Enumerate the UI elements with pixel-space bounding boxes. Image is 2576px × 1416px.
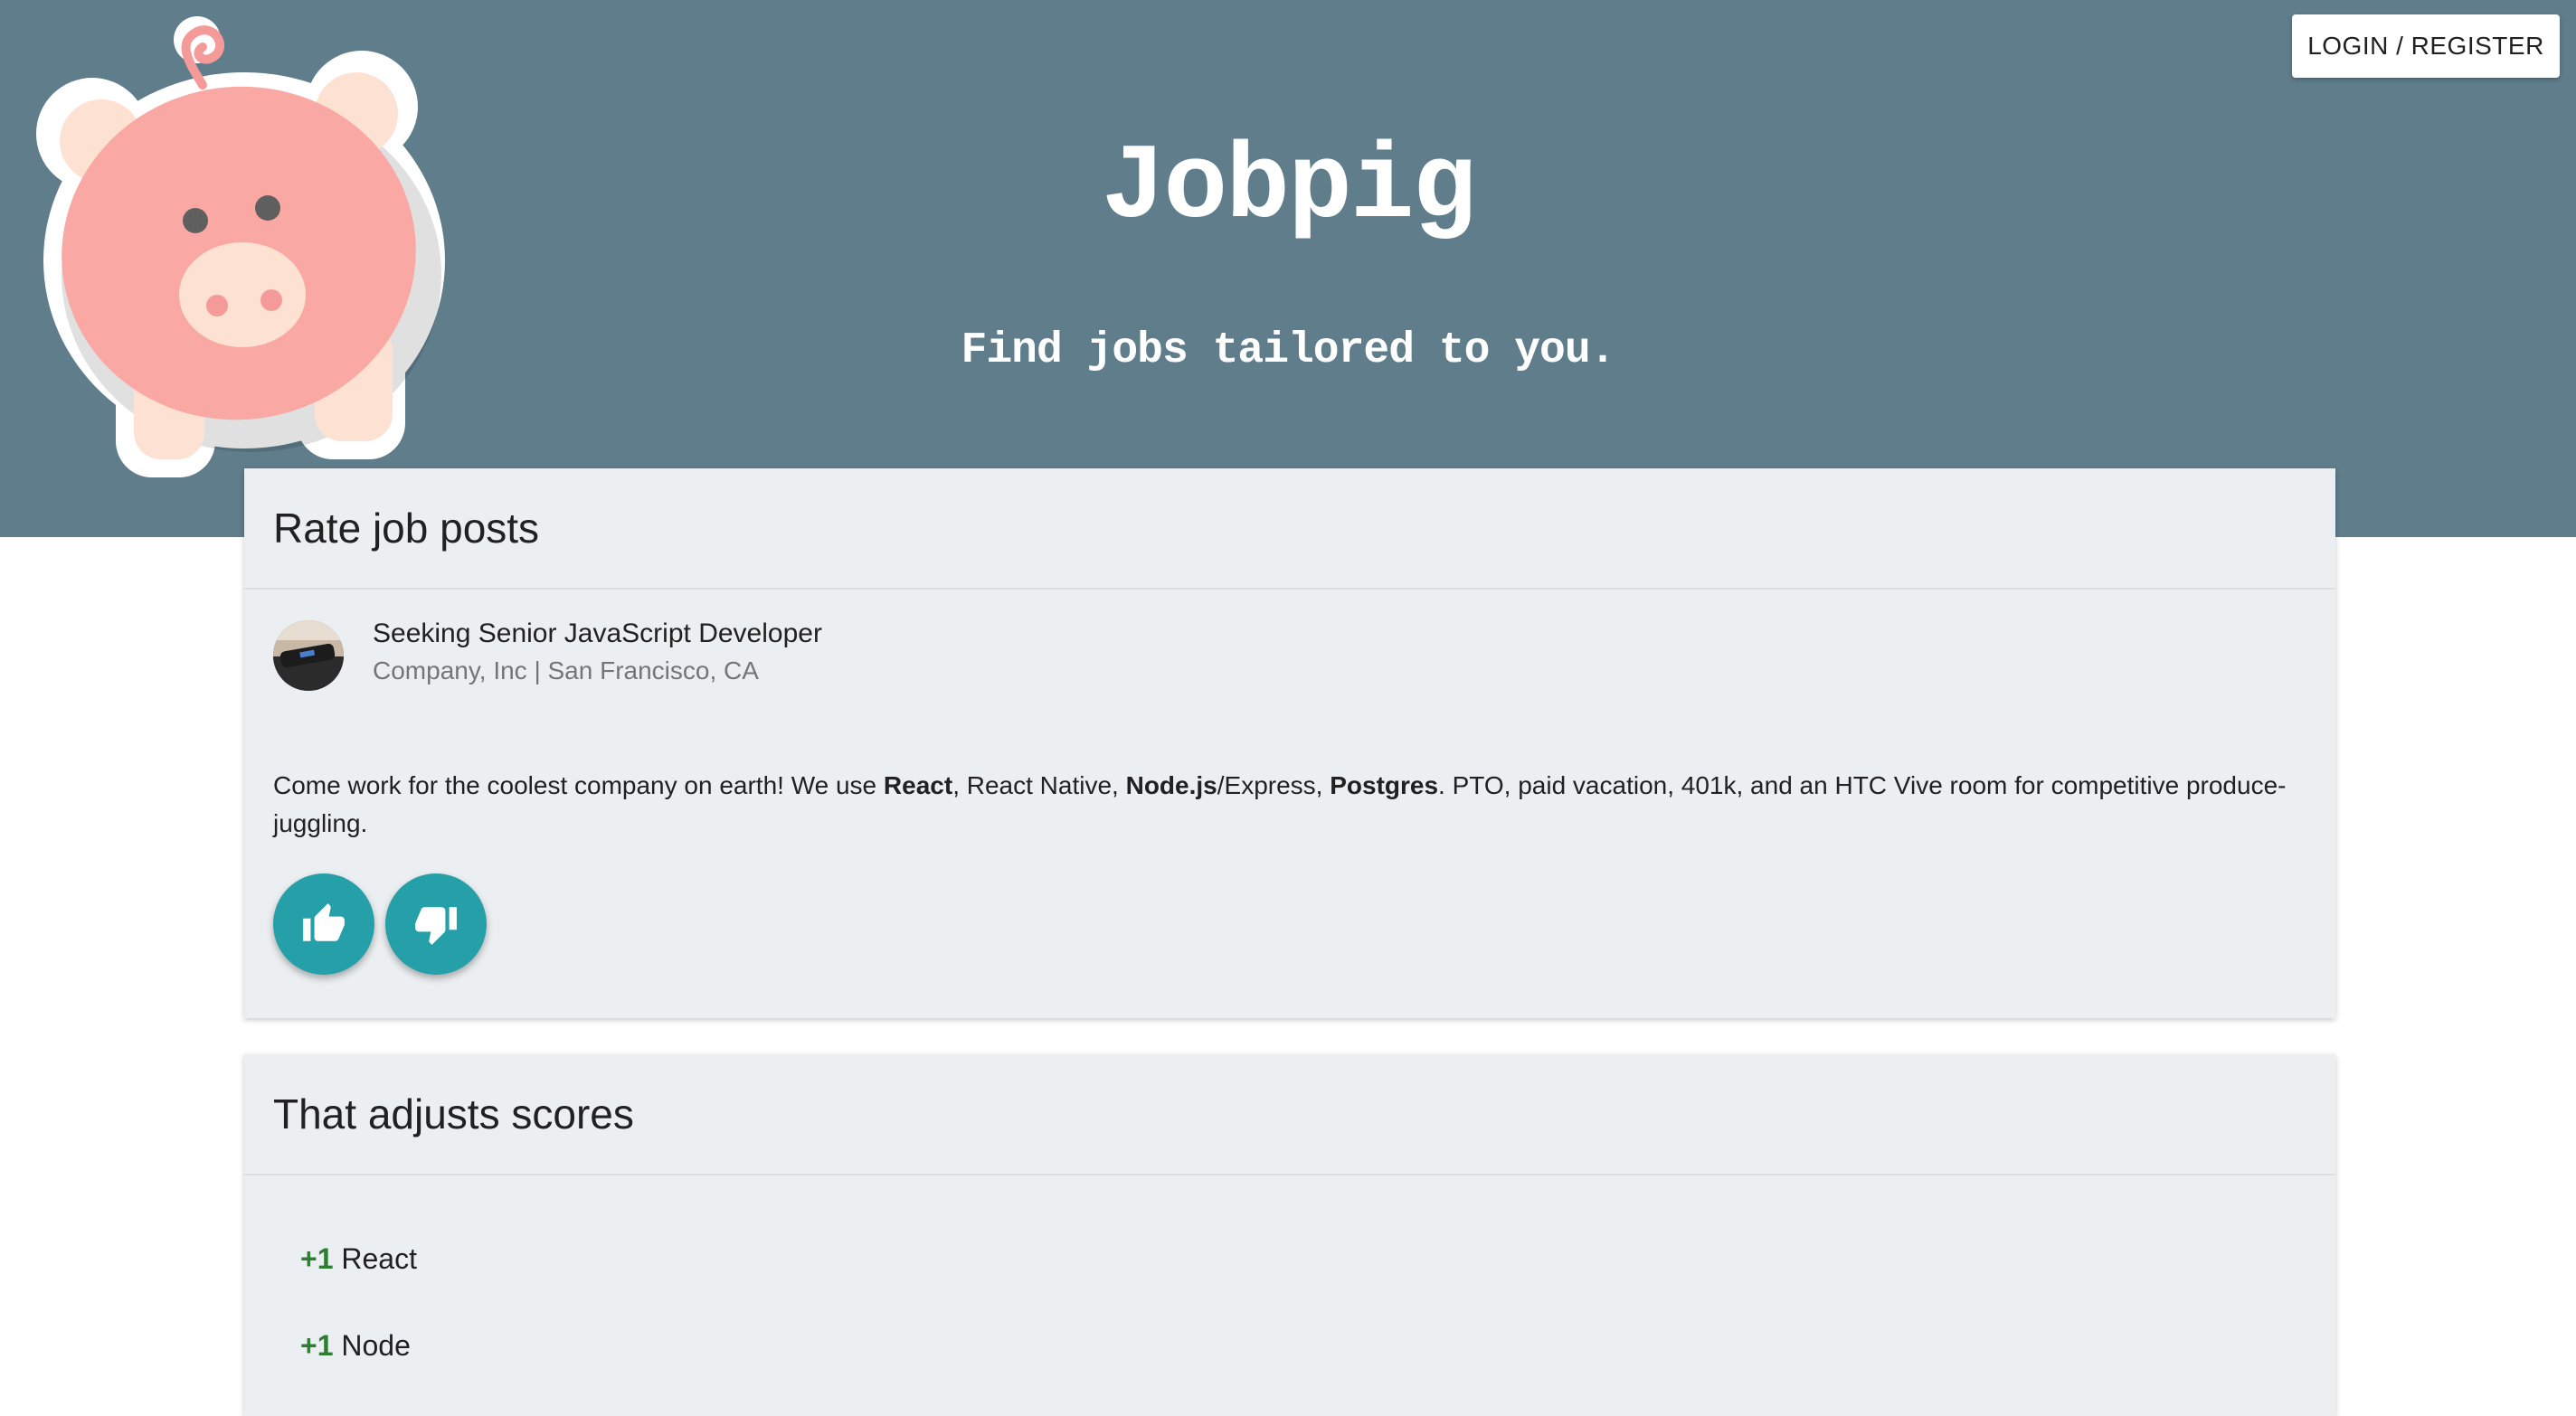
job-title: Seeking Senior JavaScript Developer [373, 618, 822, 648]
description-keyword: React [883, 771, 953, 799]
card-title: That adjusts scores [273, 1090, 634, 1138]
rate-job-posts-card: Rate job posts Seeking Senior JavaScript… [244, 468, 2335, 1018]
description-keyword: Node.js [1125, 771, 1217, 799]
site-title: Jobpig [1101, 128, 1477, 249]
site-tagline: Find jobs tailored to you. [961, 326, 1616, 375]
score-item: +1 Node [300, 1329, 411, 1363]
description-keyword: Postgres [1330, 771, 1439, 799]
scores-card: That adjusts scores +1 React +1 Node [244, 1054, 2335, 1416]
pig-logo [36, 16, 445, 477]
card-header: That adjusts scores [244, 1054, 2335, 1175]
score-delta: +1 [300, 1242, 334, 1275]
login-register-button[interactable]: LOGIN / REGISTER [2292, 14, 2560, 78]
job-description: Come work for the coolest company on ear… [273, 767, 2290, 843]
thumbs-down-button[interactable] [385, 873, 487, 975]
description-text: , React Native, [952, 771, 1126, 799]
thumb-up-icon [303, 903, 345, 941]
hero-banner: Jobpig Find jobs tailored to you. LOGIN … [0, 0, 2576, 537]
avatar-image [273, 620, 344, 691]
thumbs-up-button[interactable] [273, 873, 374, 975]
score-label: React [341, 1242, 417, 1275]
company-avatar [273, 620, 344, 691]
card-title: Rate job posts [273, 505, 540, 552]
thumb-down-icon [415, 907, 457, 945]
score-delta: +1 [300, 1329, 334, 1362]
score-label: Node [341, 1329, 411, 1362]
score-item: +1 React [300, 1242, 417, 1276]
description-text: /Express, [1217, 771, 1331, 799]
description-text: Come work for the coolest company on ear… [273, 771, 884, 799]
card-header: Rate job posts [244, 468, 2335, 590]
company-location: Company, Inc | San Francisco, CA [373, 656, 759, 684]
